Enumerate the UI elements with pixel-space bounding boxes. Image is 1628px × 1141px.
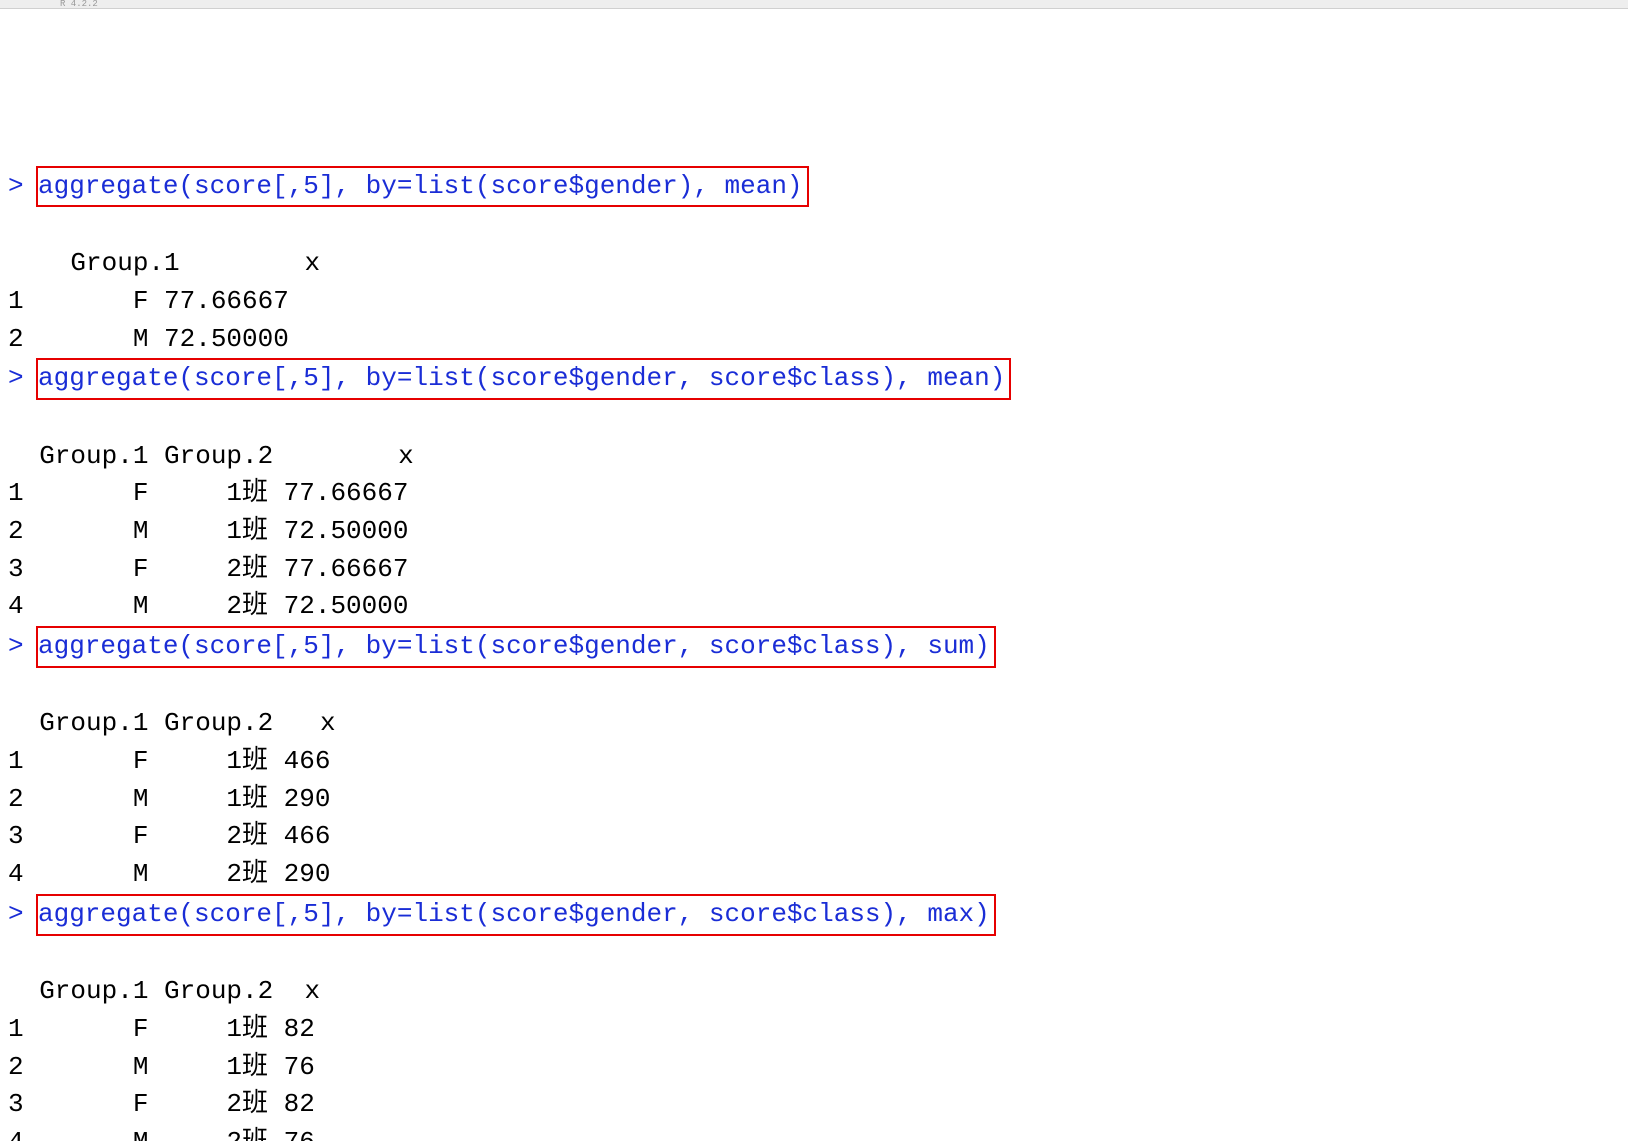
console-command-line[interactable]: >aggregate(score[,5], by=list(score$gend… (8, 894, 1620, 936)
command-text: aggregate(score[,5], by=list(score$gende… (38, 171, 803, 201)
console-output-line: Group.1 Group.2 x (8, 708, 336, 738)
console-output-line: 2 M 1班 290 (8, 784, 330, 814)
command-text: aggregate(score[,5], by=list(score$gende… (38, 899, 990, 929)
console-command-line[interactable]: >aggregate(score[,5], by=list(score$gend… (8, 626, 1620, 668)
highlight-box: aggregate(score[,5], by=list(score$gende… (36, 358, 1011, 400)
prompt-symbol: > (8, 168, 36, 206)
console-command-line[interactable]: >aggregate(score[,5], by=list(score$gend… (8, 358, 1620, 400)
command-text: aggregate(score[,5], by=list(score$gende… (38, 363, 1005, 393)
highlight-box: aggregate(score[,5], by=list(score$gende… (36, 166, 809, 208)
console-output-line: 3 F 2班 77.66667 (8, 554, 408, 584)
prompt-symbol: > (8, 628, 36, 666)
console-output-line: 1 F 1班 466 (8, 746, 330, 776)
prompt-symbol: > (8, 896, 36, 934)
console-output-line: 1 F 1班 82 (8, 1014, 315, 1044)
console-output-line: 2 M 1班 76 (8, 1052, 315, 1082)
highlight-box: aggregate(score[,5], by=list(score$gende… (36, 894, 996, 936)
console-output-line: 1 F 77.66667 (8, 286, 289, 316)
console-output-line: Group.1 x (39, 248, 320, 278)
prompt-symbol: > (8, 360, 36, 398)
console-output-line: 3 F 2班 466 (8, 821, 330, 851)
console-command-line[interactable]: >aggregate(score[,5], by=list(score$gend… (8, 166, 1620, 208)
console-output-line: 2 M 72.50000 (8, 324, 289, 354)
console-output-line: Group.1 Group.2 x (8, 441, 414, 471)
console-output-line: 2 M 1班 72.50000 (8, 516, 408, 546)
console-output-line: 3 F 2班 82 (8, 1089, 315, 1119)
console-output-line: 4 M 2班 76 (8, 1127, 315, 1141)
highlight-box: aggregate(score[,5], by=list(score$gende… (36, 626, 996, 668)
console-output-line: 1 F 1班 77.66667 (8, 478, 408, 508)
command-text: aggregate(score[,5], by=list(score$gende… (38, 631, 990, 661)
console-output-line: 4 M 2班 72.50000 (8, 591, 408, 621)
console-output-line: Group.1 Group.2 x (8, 976, 320, 1006)
console-output-line: 4 M 2班 290 (8, 859, 330, 889)
title-bar: R 4.2.2 (0, 0, 1628, 9)
r-console[interactable]: >aggregate(score[,5], by=list(score$gend… (0, 9, 1628, 1141)
